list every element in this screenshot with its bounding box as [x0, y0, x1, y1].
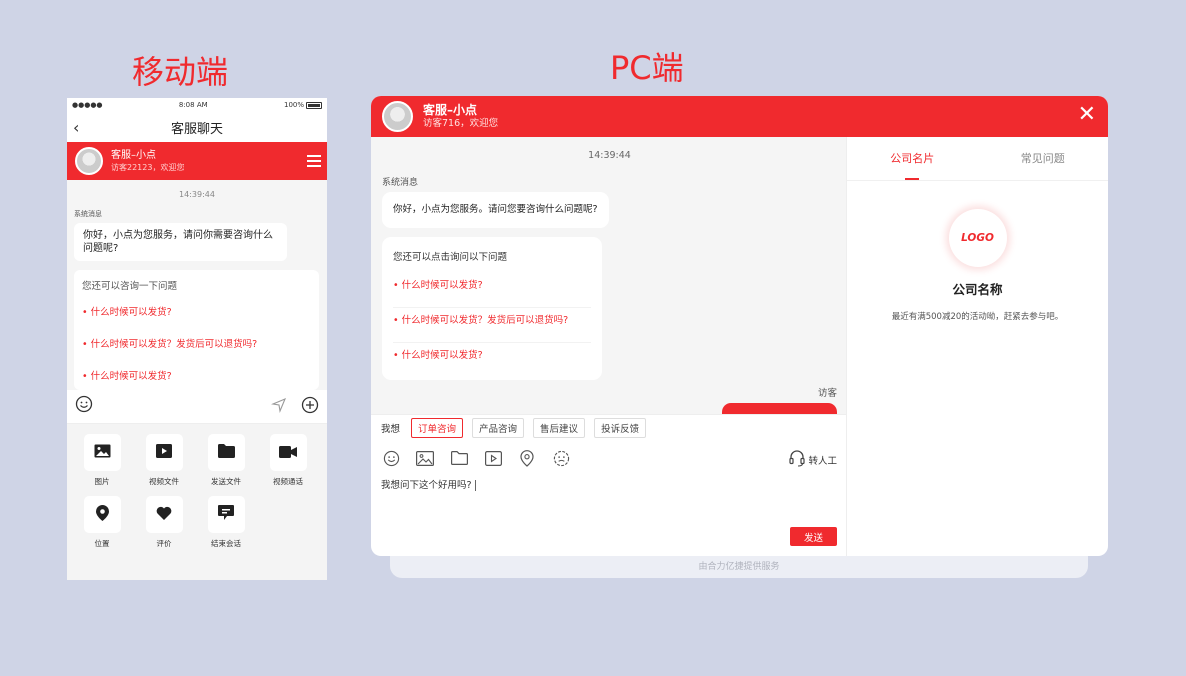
mobile-tool-grid: 图片 视频文件 发送文件 视频通话 位置 评价 结束会话 — [67, 424, 327, 580]
greeting-bubble: 你好，小点为您服务，请问你需要咨询什么问题呢? — [74, 223, 287, 261]
faq-question[interactable]: • 什么时候可以发货? — [82, 304, 311, 318]
pc-chat-window: 客服–小点 访客716，欢迎您 ✕ 14:39:44 系统消息 你好，小点为您服… — [371, 96, 1108, 556]
signal-indicator: ●●●●● — [72, 101, 103, 109]
agent-name: 客服–小点 — [423, 103, 478, 117]
status-time: 8:08 AM — [178, 101, 208, 109]
faq-question[interactable]: • 什么时候可以发货？发货后可以退货吗? — [393, 308, 591, 343]
tool-rating[interactable]: 评价 — [133, 496, 195, 558]
mobile-input-bar — [67, 390, 327, 424]
mobile-heading: 移动端 — [132, 53, 229, 91]
battery-indicator: 100% — [284, 101, 322, 109]
mobile-agent-bar: 客服–小点 访客22123，欢迎您 — [67, 142, 327, 180]
faq-card: 您还可以点击询问以下问题 • 什么时候可以发货? • 什么时候可以发货？发货后可… — [382, 237, 602, 380]
tool-end-chat[interactable]: 结束会话 — [195, 496, 257, 558]
tool-label: 评价 — [156, 539, 172, 548]
tool-label: 图片 — [94, 477, 110, 486]
end-chat-icon — [218, 505, 234, 524]
pc-chat-panel: 14:39:44 系统消息 你好，小点为您服务。请问您要咨询什么问题呢? 您还可… — [371, 137, 847, 556]
tag-after-sales[interactable]: 售后建议 — [533, 418, 586, 438]
tool-label: 结束会话 — [211, 539, 241, 548]
company-logo: LOGO — [948, 209, 1007, 267]
logo-text: LOGO — [961, 232, 994, 244]
status-bar: ●●●●● 8:08 AM 100% — [67, 98, 327, 112]
visitor-message-bubble — [722, 403, 837, 414]
tool-location[interactable]: 位置 — [71, 496, 133, 558]
faq-question[interactable]: • 什么时候可以发货? — [393, 273, 591, 308]
mobile-nav-bar: ‹ 客服聊天 — [67, 112, 327, 142]
headset-icon — [789, 450, 806, 470]
pc-chat-area[interactable]: 14:39:44 系统消息 你好，小点为您服务。请问您要咨询什么问题呢? 您还可… — [371, 137, 846, 414]
tool-video-file[interactable]: 视频文件 — [133, 434, 195, 496]
faq-question[interactable]: • 什么时候可以发货? — [82, 368, 311, 382]
system-message-label: 系统消息 — [74, 210, 102, 218]
system-message-label: 系统消息 — [382, 178, 419, 188]
agent-avatar — [75, 147, 103, 175]
mobile-chat-area[interactable]: 14:39:44 系统消息 你好，小点为您服务，请问你需要咨询什么问题呢? 您还… — [67, 180, 327, 390]
plus-circle-icon[interactable] — [301, 396, 319, 418]
tab-faq[interactable]: 常见问题 — [978, 137, 1109, 180]
menu-icon[interactable] — [307, 155, 321, 170]
side-tabs: 公司名片 常见问题 — [847, 137, 1108, 181]
tool-label: 位置 — [94, 539, 110, 548]
agent-name: 客服–小点 — [111, 150, 156, 161]
video-call-icon — [279, 443, 297, 462]
tool-image[interactable]: 图片 — [71, 434, 133, 496]
rating-face-icon[interactable] — [551, 448, 571, 468]
video-file-icon[interactable] — [483, 448, 503, 468]
transfer-human-button[interactable]: 转人工 — [789, 450, 837, 470]
image-icon — [94, 443, 111, 462]
tab-company-card[interactable]: 公司名片 — [847, 137, 978, 180]
battery-percent: 100% — [283, 101, 304, 109]
folder-icon — [217, 443, 235, 462]
faq-title: 您还可以点击询问以下问题 — [393, 252, 508, 263]
chat-timestamp: 14:39:44 — [179, 190, 215, 199]
pc-toolbar: 转人工 — [371, 441, 846, 475]
tag-product-inquiry[interactable]: 产品咨询 — [472, 418, 525, 438]
folder-icon[interactable] — [449, 448, 469, 468]
pc-heading: PC端 — [610, 49, 684, 87]
company-description: 最近有满500减20的活动呦，赶紧去参与吧。 — [891, 312, 1064, 322]
message-input[interactable]: 我想问下这个好用吗? 发送 — [371, 475, 846, 556]
visitor-label: 访客 — [817, 388, 837, 399]
tag-complaint[interactable]: 投诉反馈 — [594, 418, 647, 438]
pc-header: 客服–小点 访客716，欢迎您 ✕ — [371, 96, 1108, 137]
transfer-human-label: 转人工 — [808, 456, 837, 467]
emoji-icon[interactable] — [381, 448, 401, 468]
text-caret — [474, 480, 476, 491]
chevron-left-icon[interactable]: ‹ — [73, 118, 79, 137]
send-arrow-icon[interactable] — [271, 397, 287, 417]
tool-send-file[interactable]: 发送文件 — [195, 434, 257, 496]
image-icon[interactable] — [415, 448, 435, 468]
faq-card: 您还可以咨询一下问题 • 什么时候可以发货? • 什么时候可以发货？发货后可以退… — [74, 270, 319, 390]
location-icon[interactable] — [517, 448, 537, 468]
pc-side-panel: 公司名片 常见问题 LOGO 公司名称 最近有满500减20的活动呦，赶紧去参与… — [847, 137, 1108, 556]
agent-subtitle: 访客716，欢迎您 — [423, 118, 499, 129]
faq-question[interactable]: • 什么时候可以发货? — [393, 343, 591, 378]
quick-tags-lead: 我想 — [381, 424, 401, 435]
battery-icon — [306, 101, 322, 109]
greeting-bubble: 你好，小点为您服务。请问您要咨询什么问题呢? — [382, 192, 609, 228]
powered-by-footer: 由合力亿捷提供服务 — [698, 562, 780, 572]
video-file-icon — [156, 443, 172, 462]
location-icon — [95, 504, 109, 525]
tool-label: 视频文件 — [149, 477, 179, 486]
mobile-nav-title: 客服聊天 — [170, 121, 223, 137]
faq-title: 您还可以咨询一下问题 — [82, 281, 178, 292]
faq-question[interactable]: • 什么时候可以发货？发货后可以退货吗? — [82, 336, 311, 350]
mobile-mockup: ●●●●● 8:08 AM 100% ‹ 客服聊天 客服–小点 访客22123，… — [67, 98, 327, 580]
company-name: 公司名称 — [952, 282, 1003, 297]
agent-avatar — [382, 101, 413, 132]
tool-video-call[interactable]: 视频通话 — [257, 434, 319, 496]
send-button[interactable]: 发送 — [790, 527, 837, 546]
chat-timestamp: 14:39:44 — [588, 150, 631, 161]
quick-tags: 我想 订单咨询 产品咨询 售后建议 投诉反馈 — [371, 414, 846, 441]
tag-order-inquiry[interactable]: 订单咨询 — [411, 418, 464, 438]
tool-label: 发送文件 — [211, 477, 241, 486]
close-icon[interactable]: ✕ — [1078, 104, 1096, 126]
message-input-value: 我想问下这个好用吗? — [381, 480, 472, 491]
tool-label: 视频通话 — [273, 477, 303, 486]
heart-icon — [156, 505, 172, 524]
agent-subtitle: 访客22123，欢迎您 — [111, 163, 185, 172]
emoji-icon[interactable] — [75, 395, 93, 418]
